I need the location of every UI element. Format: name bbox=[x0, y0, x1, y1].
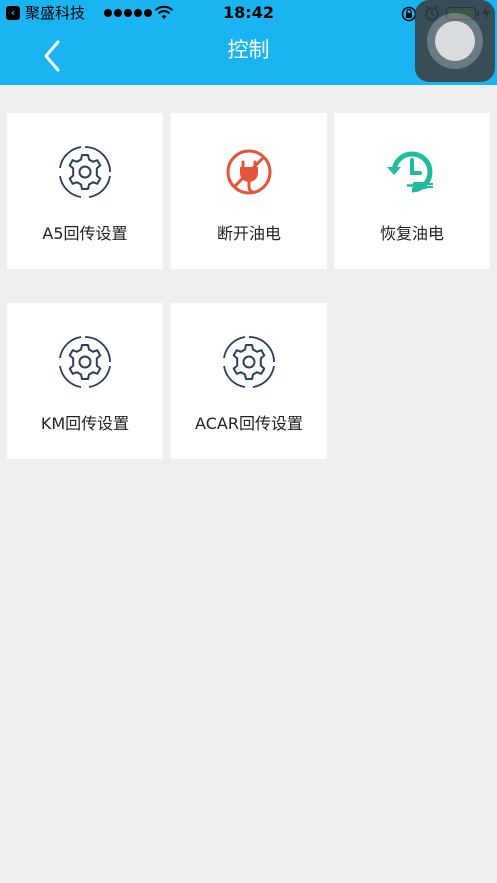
tile-label: KM回传设置 bbox=[40, 414, 130, 433]
power-off-icon bbox=[226, 149, 272, 195]
tile-cut-oil-power[interactable]: 断开油电 bbox=[171, 113, 327, 269]
power-restore-icon bbox=[387, 151, 433, 193]
tile-a5-report-settings[interactable]: A5回传设置 bbox=[7, 113, 163, 269]
tile-acar-report-settings[interactable]: ACAR回传设置 bbox=[171, 303, 327, 459]
gear-icon bbox=[59, 146, 111, 198]
gear-icon bbox=[59, 336, 111, 388]
tile-km-report-settings[interactable]: KM回传设置 bbox=[7, 303, 163, 459]
gear-icon bbox=[223, 336, 275, 388]
tile-label: ACAR回传设置 bbox=[195, 414, 303, 433]
tile-label: A5回传设置 bbox=[42, 224, 128, 243]
tile-label: 断开油电 bbox=[216, 224, 281, 243]
tile-label: 恢复油电 bbox=[379, 224, 444, 243]
tile-restore-oil-power[interactable]: 恢复油电 bbox=[334, 113, 490, 269]
app-header: ‹ 聚盛科技 18:42 控制 bbox=[0, 0, 497, 85]
assistive-touch-button[interactable] bbox=[415, 0, 495, 82]
